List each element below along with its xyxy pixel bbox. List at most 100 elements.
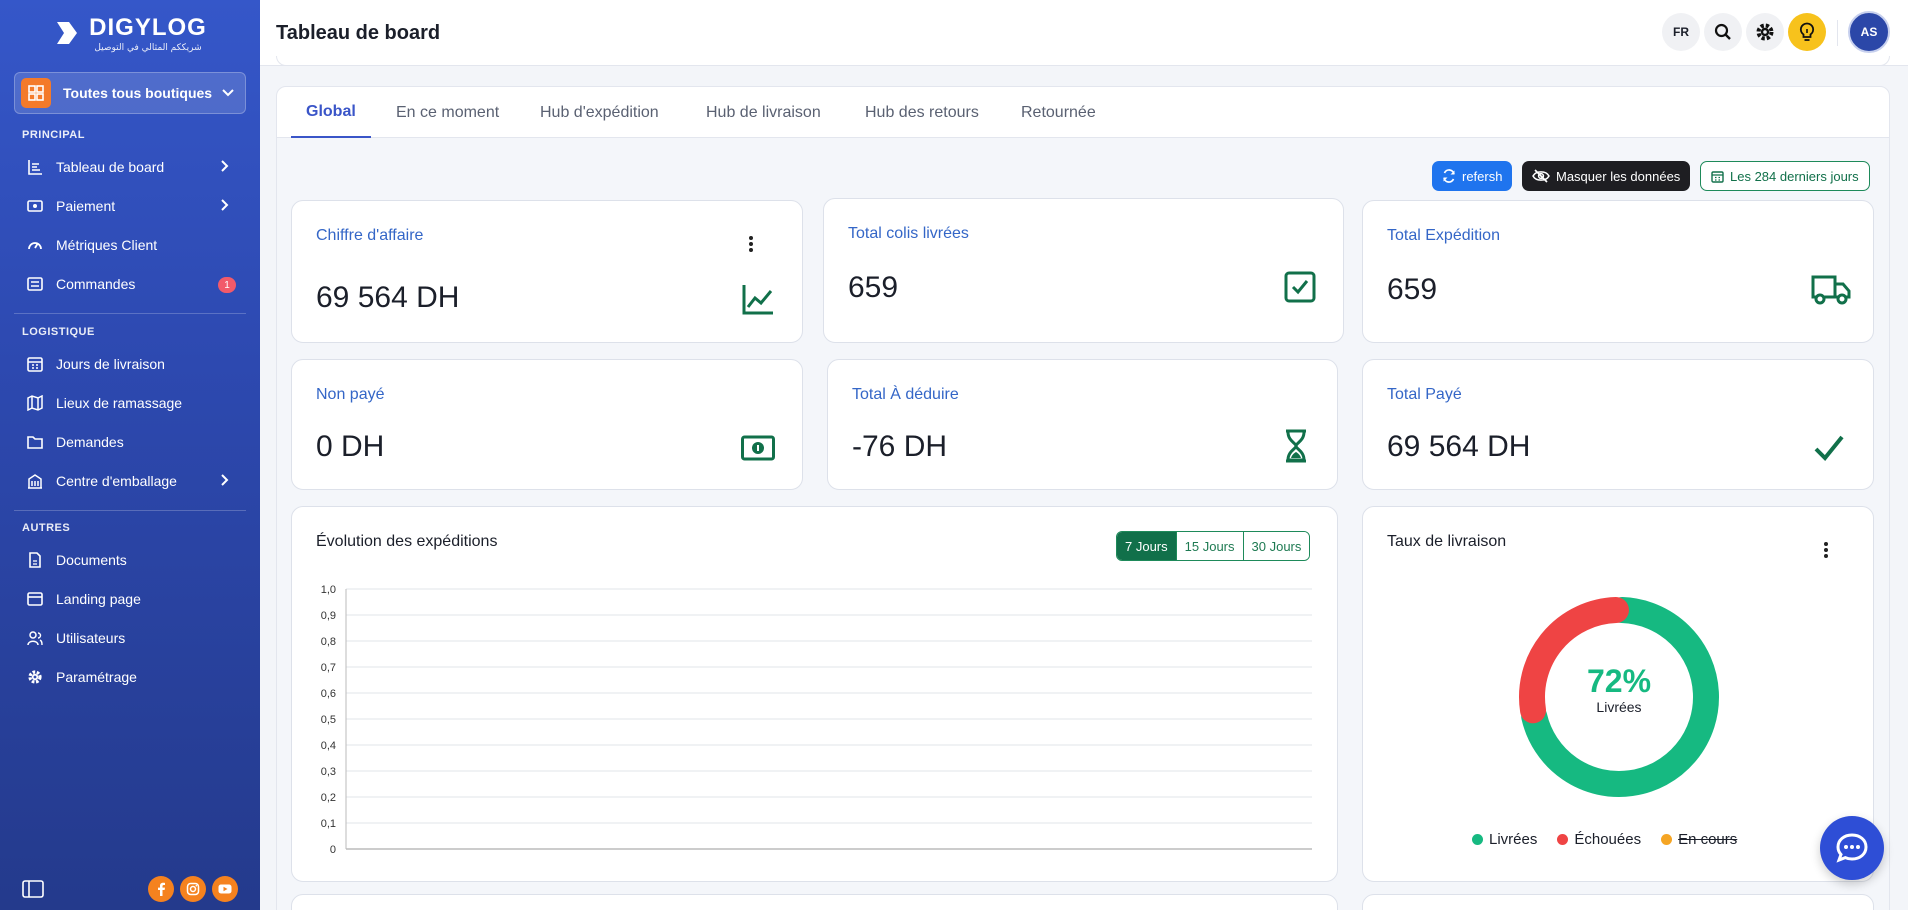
sidebar-item-landing[interactable]: Landing page <box>14 582 246 616</box>
range-15-jours[interactable]: 15 Jours <box>1175 532 1243 560</box>
avatar[interactable]: AS <box>1848 11 1890 53</box>
header-divider <box>1837 20 1838 46</box>
legend-label: Livrées <box>1489 831 1538 848</box>
refresh-button[interactable]: refersh <box>1432 161 1513 191</box>
y-tick-label: 0 <box>330 844 336 856</box>
legend-dot <box>1557 834 1569 845</box>
sidebar-item-label: Lieux de ramassage <box>56 395 183 411</box>
stat-card-chiffre-affaire: Chiffre d'affaire 69 564 DH <box>291 200 803 343</box>
period-button[interactable]: Les 284 derniers jours <box>1700 161 1870 191</box>
donut-center-value: 72% <box>1586 663 1652 699</box>
legend-livrees[interactable]: Livrées <box>1472 831 1537 848</box>
donut-legend: Livrées Échouées En cours <box>1472 831 1737 848</box>
stat-label: Total Expédition <box>1387 227 1500 244</box>
chat-icon <box>1836 833 1868 863</box>
y-tick-label: 0,1 <box>321 818 336 830</box>
facebook-icon[interactable] <box>148 876 174 902</box>
grid-icon <box>21 78 51 108</box>
more-vertical-icon[interactable] <box>748 235 754 253</box>
gauge-icon <box>26 236 44 254</box>
sidebar-item-documents[interactable]: Documents <box>14 543 246 577</box>
check-icon <box>1811 430 1847 466</box>
legend-echouees[interactable]: Échouées <box>1557 831 1641 848</box>
tab-hub-expedition[interactable]: Hub d'expédition <box>540 87 659 139</box>
eye-slash-icon <box>1532 169 1550 183</box>
stat-value: 0 DH <box>316 430 385 463</box>
chevron-down-icon <box>222 89 234 97</box>
refresh-label: refersh <box>1462 168 1503 184</box>
sidebar-item-label: Demandes <box>56 434 124 450</box>
language-button[interactable]: FR <box>1662 13 1700 51</box>
legend-en-cours[interactable]: En cours <box>1661 831 1737 848</box>
sidebar-item-label: Documents <box>56 552 127 568</box>
legend-label: En cours <box>1678 831 1738 848</box>
section-autres: AUTRES <box>22 522 71 534</box>
brand-tagline: شريككم المثالي في التوصيل <box>94 42 202 53</box>
digylog-logo-icon <box>57 22 78 44</box>
evolution-card: Évolution des expéditions 0 0,1 0,2 0,3 0,4 0… <box>291 506 1338 882</box>
sidebar-item-lieux[interactable]: Lieux de ramassage <box>14 386 246 420</box>
donut-center-label: Livrées <box>1596 699 1642 715</box>
hourglass-icon <box>1278 428 1314 464</box>
sidebar-item-label: Paramétrage <box>56 669 137 685</box>
sidebar-item-commandes[interactable]: Commandes 1 <box>14 267 246 301</box>
tab-en-ce-moment[interactable]: En ce moment <box>396 87 499 139</box>
stat-card-a-deduire: Total À déduire -76 DH <box>827 359 1338 490</box>
period-label: Les 284 derniers jours <box>1730 168 1859 184</box>
range-30-jours[interactable]: 30 Jours <box>1242 532 1310 560</box>
y-tick-label: 0,6 <box>321 688 336 700</box>
brand-name: DIGYLOG <box>89 13 207 41</box>
stat-label: Chiffre d'affaire <box>316 227 424 244</box>
youtube-icon[interactable] <box>212 876 238 902</box>
refresh-icon <box>1443 169 1455 183</box>
tab-hub-livraison[interactable]: Hub de livraison <box>706 87 821 139</box>
chart-list-icon <box>26 158 44 176</box>
brand-logo[interactable]: DIGYLOG شريككم المثالي في التوصيل <box>0 0 260 66</box>
more-vertical-icon[interactable] <box>1823 541 1829 559</box>
tab-global[interactable]: Global <box>291 87 371 139</box>
section-logistique: LOGISTIQUE <box>22 326 95 338</box>
sidebar-item-parametrage[interactable]: Paramétrage <box>14 660 246 694</box>
window-icon <box>26 590 44 608</box>
tab-hub-retours[interactable]: Hub des retours <box>865 87 979 139</box>
sidebar-item-demandes[interactable]: Demandes <box>14 425 246 459</box>
taux-title: Taux de livraison <box>1387 533 1507 550</box>
sidebar-item-centre[interactable]: Centre d'emballage <box>14 464 246 498</box>
gear-icon <box>1756 23 1774 41</box>
legend-dot <box>1472 834 1483 845</box>
search-icon <box>1714 23 1731 40</box>
legend-label: Échouées <box>1574 831 1642 848</box>
money-icon <box>26 197 44 215</box>
range-7-jours[interactable]: 7 Jours <box>1117 532 1176 560</box>
y-tick-label: 0,9 <box>321 610 336 622</box>
commandes-badge: 1 <box>218 277 236 293</box>
y-tick-label: 1,0 <box>321 584 336 596</box>
search-button[interactable] <box>1704 13 1742 51</box>
stat-value: 659 <box>1387 273 1438 306</box>
sidebar-item-metriques[interactable]: Métriques Client <box>14 228 246 262</box>
tab-retournee[interactable]: Retournée <box>1021 87 1096 139</box>
instagram-icon[interactable] <box>180 876 206 902</box>
checkbox-icon <box>1282 269 1318 305</box>
store-select[interactable]: Toutes tous boutiques <box>14 72 246 114</box>
chevron-right-icon <box>221 160 229 172</box>
chevron-right-icon <box>221 474 229 486</box>
y-tick-label: 0,3 <box>321 766 336 778</box>
sidebar-item-paiement[interactable]: Paiement <box>14 189 246 223</box>
tips-button[interactable] <box>1788 13 1826 51</box>
settings-button[interactable] <box>1746 13 1784 51</box>
folder-icon <box>26 433 44 451</box>
sidebar-item-jours[interactable]: Jours de livraison <box>14 347 246 381</box>
sidebar-item-utilisateurs[interactable]: Utilisateurs <box>14 621 246 655</box>
hide-data-button[interactable]: Masquer les données <box>1522 161 1691 191</box>
sidebar-item-tableau[interactable]: Tableau de board <box>14 150 246 184</box>
top-card-edge <box>276 56 1890 66</box>
divider <box>14 510 246 511</box>
stat-label: Non payé <box>316 386 385 403</box>
sidebar-item-label: Commandes <box>56 276 136 292</box>
social-links <box>148 876 238 902</box>
gear-icon <box>26 668 44 686</box>
calendar-icon <box>1711 170 1724 183</box>
chat-button[interactable] <box>1820 816 1884 880</box>
sidebar-collapse-icon[interactable] <box>22 880 44 898</box>
